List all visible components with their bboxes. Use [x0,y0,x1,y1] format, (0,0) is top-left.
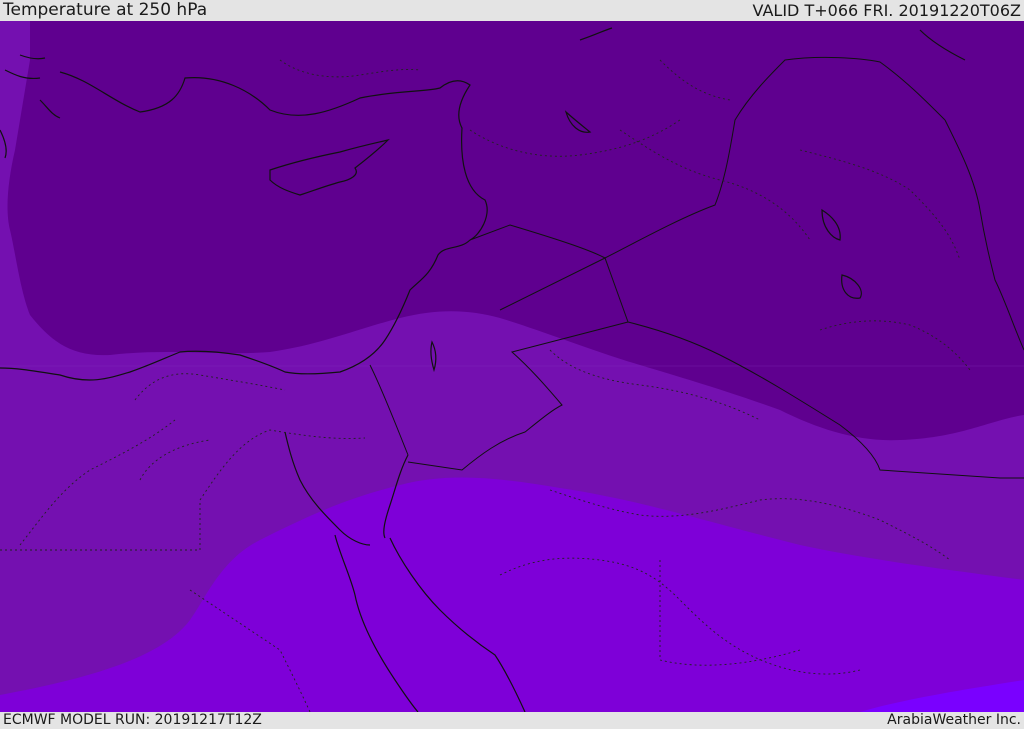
model-run: ECMWF MODEL RUN: 20191217T12Z [3,712,262,728]
map-canvas [0,21,1024,712]
temperature-map[interactable] [0,21,1024,712]
header-bar: Temperature at 250 hPa VALID T+066 FRI. … [0,0,1024,21]
valid-time: VALID T+066 FRI. 20191220T06Z [752,1,1021,20]
credit-label: ArabiaWeather Inc. [887,712,1021,728]
footer-bar: ECMWF MODEL RUN: 20191217T12Z ArabiaWeat… [0,712,1024,729]
map-title: Temperature at 250 hPa [3,0,208,20]
